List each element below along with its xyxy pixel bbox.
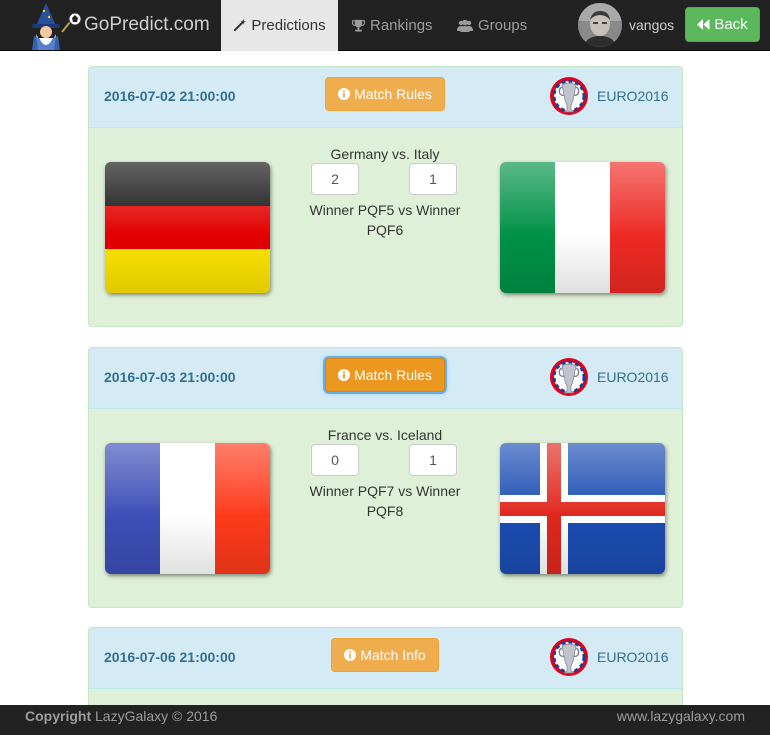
copyright-label: Copyright <box>25 708 92 724</box>
info-circle-icon <box>344 649 357 661</box>
user-avatar[interactable] <box>578 3 622 47</box>
nav-rankings-label: Rankings <box>370 17 433 34</box>
nav-rankings[interactable]: Rankings <box>352 0 433 51</box>
tournament-name: EURO2016 <box>597 369 669 385</box>
wizard-logo-icon <box>32 3 82 50</box>
users-icon <box>457 19 473 32</box>
match-panel-heading: 2016-07-06 21:00:00 Match Info EURO2016 <box>89 628 682 689</box>
match-teams: Germany vs. Italy <box>330 146 440 162</box>
match-panel-heading: 2016-07-03 21:00:00 Match Rules EURO2016 <box>89 348 682 409</box>
home-score-input[interactable]: 2 <box>311 163 359 195</box>
match-rules-button[interactable]: Match Rules <box>325 358 445 392</box>
footer-site-link[interactable]: www.lazygalaxy.com <box>617 708 745 724</box>
tournament-name: EURO2016 <box>597 649 669 665</box>
match-rules-label: Match Rules <box>354 367 432 383</box>
top-navbar: GoPredict.com Predictions Rankings Group… <box>0 0 770 51</box>
brand-name: GoPredict.com <box>84 14 210 35</box>
euro2016-logo-icon <box>549 75 589 117</box>
back-button-label: Back <box>714 16 748 33</box>
away-score-input[interactable]: 1 <box>409 444 457 476</box>
nav-predictions[interactable]: Predictions <box>221 0 338 51</box>
germany-flag <box>105 162 270 293</box>
magic-wand-icon <box>234 19 247 32</box>
match-datetime: 2016-07-02 21:00:00 <box>104 88 236 104</box>
nav-groups[interactable]: Groups <box>457 0 527 51</box>
match-rules-button[interactable]: Match Rules <box>325 77 445 111</box>
username[interactable]: vangos <box>629 17 674 33</box>
match-panel-heading: 2016-07-02 21:00:00 Match Rules EURO2016 <box>89 67 682 128</box>
nav-groups-label: Groups <box>478 17 528 34</box>
tournament-name: EURO2016 <box>597 88 669 104</box>
italy-flag <box>500 162 665 293</box>
france-flag <box>105 443 270 574</box>
match-info-button[interactable]: Match Info <box>331 638 439 672</box>
copyright-text: LazyGalaxy © 2016 <box>95 708 218 724</box>
nav-predictions-label: Predictions <box>251 17 326 34</box>
fast-backward-icon <box>697 19 710 30</box>
info-circle-icon <box>338 88 351 100</box>
match-teams: France vs. Iceland <box>327 427 443 443</box>
euro2016-logo-icon <box>549 356 589 398</box>
match-datetime: 2016-07-06 21:00:00 <box>104 649 236 665</box>
page-footer: Copyright LazyGalaxy © 2016 www.lazygala… <box>0 705 770 735</box>
copyright: Copyright LazyGalaxy © 2016 <box>25 708 217 724</box>
match-datetime: 2016-07-03 21:00:00 <box>104 369 236 385</box>
away-score-input[interactable]: 1 <box>409 163 457 195</box>
match-info-label: Match Info <box>360 647 426 663</box>
match-description: Winner PQF5 vs Winner PQF6 <box>309 202 461 238</box>
home-score-input[interactable]: 0 <box>311 444 359 476</box>
trophy-icon <box>352 19 365 32</box>
match-panel: 2016-07-02 21:00:00 Match Rules EURO2016… <box>88 66 683 327</box>
iceland-flag <box>500 443 665 574</box>
avatar-photo <box>578 3 622 47</box>
euro2016-logo-icon <box>549 636 589 678</box>
back-button[interactable]: Back <box>685 7 760 42</box>
match-description: Winner PQF7 vs Winner PQF8 <box>309 483 461 519</box>
match-panel: 2016-07-03 21:00:00 Match Rules EURO2016… <box>88 347 683 608</box>
match-rules-label: Match Rules <box>354 86 432 102</box>
info-circle-icon <box>338 369 351 381</box>
